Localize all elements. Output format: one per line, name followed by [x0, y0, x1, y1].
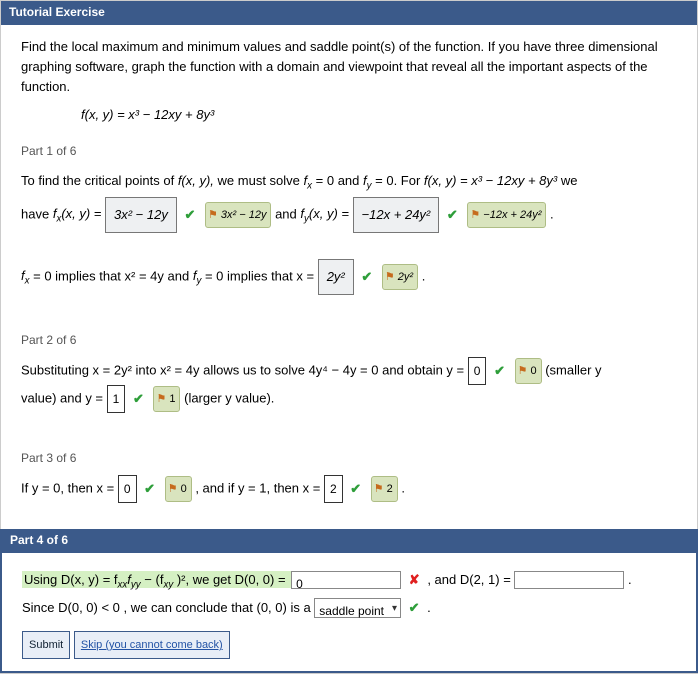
fx-eq: fx(x, y) = [53, 206, 105, 221]
text: = 0 and [316, 173, 363, 188]
text: 3x² − 12y [221, 204, 267, 226]
flag-icon: ⚑ [156, 388, 166, 410]
cross-icon: ✘ [409, 567, 420, 593]
text: . [401, 480, 405, 495]
part-4-header: Part 4 of 6 [0, 529, 698, 551]
d21-input[interactable] [514, 571, 624, 589]
submit-button[interactable]: Submit [22, 631, 70, 659]
text: (smaller y [545, 362, 601, 377]
text: 0 [530, 360, 536, 382]
text: Using D(x, y) = f [24, 572, 118, 587]
check-icon: ✔ [447, 202, 458, 228]
classification-select[interactable]: saddle point [314, 598, 401, 618]
text: have [21, 206, 53, 221]
text: (larger y value). [184, 390, 274, 405]
answer-tag-fx: ⚑3x² − 12y [205, 202, 271, 228]
part-2-body: Substituting x = 2y² into x² = 4y allows… [21, 357, 677, 429]
check-icon: ✔ [184, 202, 195, 228]
text: If y = 0, then x = [21, 480, 118, 495]
problem-prompt: Find the local maximum and minimum value… [21, 37, 677, 97]
text: = 0 implies that x² = 4y and [33, 268, 193, 283]
text: f(x, y) = x³ − 12xy + 8y³ [424, 173, 557, 188]
flag-icon: ⚑ [168, 478, 178, 500]
check-icon: ✔ [144, 476, 155, 502]
answer-box-fx: 3x² − 12y [105, 197, 177, 233]
fx-symbol: fx [21, 268, 30, 283]
answer-tag-x: ⚑2y² [382, 264, 418, 290]
tutorial-header: Tutorial Exercise [1, 1, 697, 25]
text: Since D(0, 0) < 0 , we can conclude that… [22, 600, 314, 615]
check-icon: ✔ [361, 264, 372, 290]
answer-tag-x0: ⚑0 [165, 476, 192, 502]
answer-box-y1: 1 [107, 385, 126, 413]
fy-symbol: fy [193, 268, 202, 283]
answer-box-x0: 0 [118, 475, 137, 503]
text: 1 [169, 388, 175, 410]
text: To find the critical points of [21, 173, 178, 188]
part-2-label: Part 2 of 6 [21, 333, 677, 347]
skip-button[interactable]: Skip (you cannot come back) [74, 631, 230, 659]
problem-equation: f(x, y) = x³ − 12xy + 8y³ [81, 107, 677, 122]
text: 2 [387, 478, 393, 500]
flag-icon: ⚑ [470, 204, 480, 226]
answer-box-x1: 2 [324, 475, 343, 503]
text: f(x, y), [178, 173, 214, 188]
text: )², we get D(0, 0) = [177, 572, 289, 587]
text: Substituting x = 2y² into x² = 4y allows… [21, 362, 468, 377]
d00-input[interactable]: 0 [291, 571, 401, 589]
flag-icon: ⚑ [385, 266, 395, 288]
part-1-label: Part 1 of 6 [21, 144, 677, 158]
text: = 0. For [375, 173, 424, 188]
text: . [550, 206, 554, 221]
fy-symbol: fy [363, 173, 372, 188]
check-icon: ✔ [409, 595, 420, 621]
text: . [628, 572, 632, 587]
check-icon: ✔ [350, 476, 361, 502]
fx-symbol: fx [304, 173, 313, 188]
part-4-body: Using D(x, y) = fxxfyy − (fxy )², we get… [0, 551, 698, 674]
answer-tag-y1: ⚑1 [153, 386, 180, 412]
answer-box-y0: 0 [468, 357, 487, 385]
part-3-label: Part 3 of 6 [21, 451, 677, 465]
part-1-body: To find the critical points of f(x, y), … [21, 168, 677, 310]
text: 2y² [398, 266, 413, 288]
answer-tag-x1: ⚑2 [371, 476, 398, 502]
flag-icon: ⚑ [374, 478, 384, 500]
text: , and if y = 1, then x = [195, 480, 324, 495]
text: we [561, 173, 578, 188]
flag-icon: ⚑ [208, 204, 218, 226]
text: −12x + 24y² [483, 204, 541, 226]
text: . [427, 600, 431, 615]
flag-icon: ⚑ [518, 360, 528, 382]
text: , and D(2, 1) = [427, 572, 514, 587]
answer-tag-fy: ⚑−12x + 24y² [467, 202, 546, 228]
text: − (f [144, 572, 163, 587]
highlighted-hint: Using D(x, y) = fxxfyy − (fxy )², we get… [22, 571, 291, 588]
answer-box-fy: −12x + 24y² [353, 197, 440, 233]
answer-box-x: 2y² [318, 259, 354, 295]
text: and [275, 206, 300, 221]
text: 0 [181, 478, 187, 500]
text: we must solve [218, 173, 304, 188]
text: . [422, 268, 426, 283]
text: value) and y = [21, 390, 107, 405]
check-icon: ✔ [133, 386, 144, 412]
answer-tag-y0: ⚑0 [515, 358, 542, 384]
check-icon: ✔ [494, 358, 505, 384]
text: = 0 implies that x = [205, 268, 318, 283]
fy-eq: fy(x, y) = [300, 206, 352, 221]
part-3-body: If y = 0, then x = 0 ✔ ⚑0 , and if y = 1… [21, 475, 677, 519]
